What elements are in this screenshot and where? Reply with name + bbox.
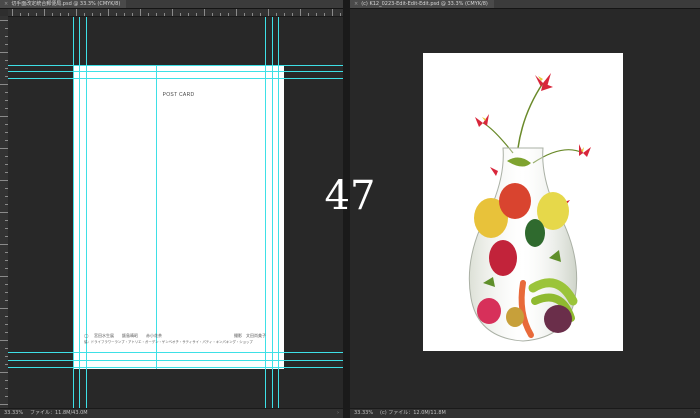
ruler-tick [132,13,133,16]
file-info: (c) ファイル：12.0M/11.8M [380,410,446,416]
ruler-tick [204,9,205,16]
file-info: ファイル：11.8M/43.0M [30,410,88,416]
ruler-tick [324,13,325,16]
ruler-tick [0,340,8,341]
ruler-tick [0,180,8,181]
guide-vertical[interactable] [272,17,273,409]
ruler-tick [108,9,109,16]
right-document-tab[interactable]: × (c) K12_0223-Edit-Edit-Edit.psd @ 33.3%… [350,0,494,8]
ruler-tick [0,404,8,405]
ruler-tick [0,372,8,373]
ruler-tick [52,13,53,16]
guide-horizontal[interactable] [8,65,343,66]
credit-line-2: 協：ドライフラワーランプ・アトリエ・ガーデン・ゲンベオチ・サティサイ・パティ・キ… [84,340,253,344]
ruler-tick [0,84,8,85]
chevron-right-icon[interactable]: › [694,409,696,418]
ruler-tick [84,13,85,16]
right-tab-title: (c) K12_0223-Edit-Edit-Edit.psd @ 33.3% … [361,1,488,7]
ruler-tick [44,9,45,16]
ruler-tick [0,20,8,21]
guide-vertical[interactable] [86,17,87,409]
guide-horizontal[interactable] [8,367,343,368]
credit-line: 宮田水生展 飯島晴昭 赤小花茶 [94,333,162,338]
postcard-title: POST CARD [162,92,195,98]
ruler-corner [0,9,8,16]
ruler-tick [92,13,93,16]
ruler-tick [340,13,341,16]
zoom-level[interactable]: 33.33% [354,409,373,418]
ruler-tick [100,13,101,16]
photographer-credit: 撮影 文田尚美子 [234,333,266,338]
ruler-tick [260,13,261,16]
ruler-tick [252,13,253,16]
ruler-tick [0,116,8,117]
left-tab-bar: × 切手面改定統合郵便局.psd @ 33.3% (CMYK/8) [0,0,343,9]
photo-document [423,53,623,351]
ruler-tick [332,9,333,16]
ruler-tick [228,13,229,16]
left-tab-title: 切手面改定統合郵便局.psd @ 33.3% (CMYK/8) [11,1,121,7]
ruler-tick [188,13,189,16]
ruler-tick [180,13,181,16]
postcard-document [73,65,284,369]
guide-horizontal[interactable] [8,71,343,72]
left-document-tab[interactable]: × 切手面改定統合郵便局.psd @ 33.3% (CMYK/8) [0,0,127,8]
ruler-tick [20,13,21,16]
ruler-tick [316,13,317,16]
close-icon[interactable]: × [354,1,358,7]
ruler-tick [292,13,293,16]
ruler-tick [36,13,37,16]
ruler-tick [172,9,173,16]
horizontal-ruler[interactable] [8,9,343,17]
left-document-window: × 切手面改定統合郵便局.psd @ 33.3% (CMYK/8) POST CA… [0,0,343,418]
ruler-tick [268,9,269,16]
ruler-tick [212,13,213,16]
guide-horizontal[interactable] [8,78,343,79]
guide-horizontal[interactable] [8,352,343,353]
chevron-right-icon[interactable]: › [337,409,339,418]
right-document-window: × (c) K12_0223-Edit-Edit-Edit.psd @ 33.3%… [350,0,700,418]
ruler-tick [124,13,125,16]
slide-number: 47 [324,173,376,219]
right-status-bar: 33.33% (c) ファイル：12.0M/11.8M › [350,408,700,418]
ruler-tick [276,13,277,16]
ruler-tick [140,9,141,16]
vase-photo [468,73,591,342]
guide-vertical[interactable] [79,17,80,409]
zoom-level[interactable]: 33.33% [4,409,23,418]
guide-horizontal[interactable] [8,360,343,361]
ruler-tick [284,13,285,16]
ruler-tick [28,13,29,16]
ruler-tick [0,276,8,277]
ruler-tick [300,9,301,16]
ruler-tick [0,148,8,149]
ruler-tick [0,212,8,213]
right-canvas-area[interactable] [350,9,700,409]
credit-circle: ◯ [84,333,89,338]
ruler-tick [164,13,165,16]
ruler-tick [0,52,8,53]
left-status-bar: 33.33% ファイル：11.8M/43.0M › [0,408,343,418]
ruler-tick [60,13,61,16]
ruler-tick [0,244,8,245]
ruler-tick [156,13,157,16]
ruler-tick [244,13,245,16]
ruler-tick [148,13,149,16]
guide-vertical[interactable] [73,17,74,409]
ruler-tick [220,13,221,16]
guide-vertical[interactable] [278,17,279,409]
ruler-tick [12,9,13,16]
ruler-tick [76,9,77,16]
right-tab-bar: × (c) K12_0223-Edit-Edit-Edit.psd @ 33.3%… [350,0,700,9]
ruler-tick [308,13,309,16]
guide-vertical[interactable] [265,17,266,409]
ruler-tick [196,13,197,16]
left-canvas-area[interactable]: POST CARD ◯ 宮田水生展 飯島晴昭 赤小花茶 撮影 文田尚美子 協：ド… [8,17,343,409]
close-icon[interactable]: × [4,1,8,7]
ruler-tick [236,9,237,16]
ruler-tick [68,13,69,16]
ruler-tick [116,13,117,16]
ruler-tick [0,308,8,309]
guide-vertical[interactable] [156,65,157,369]
